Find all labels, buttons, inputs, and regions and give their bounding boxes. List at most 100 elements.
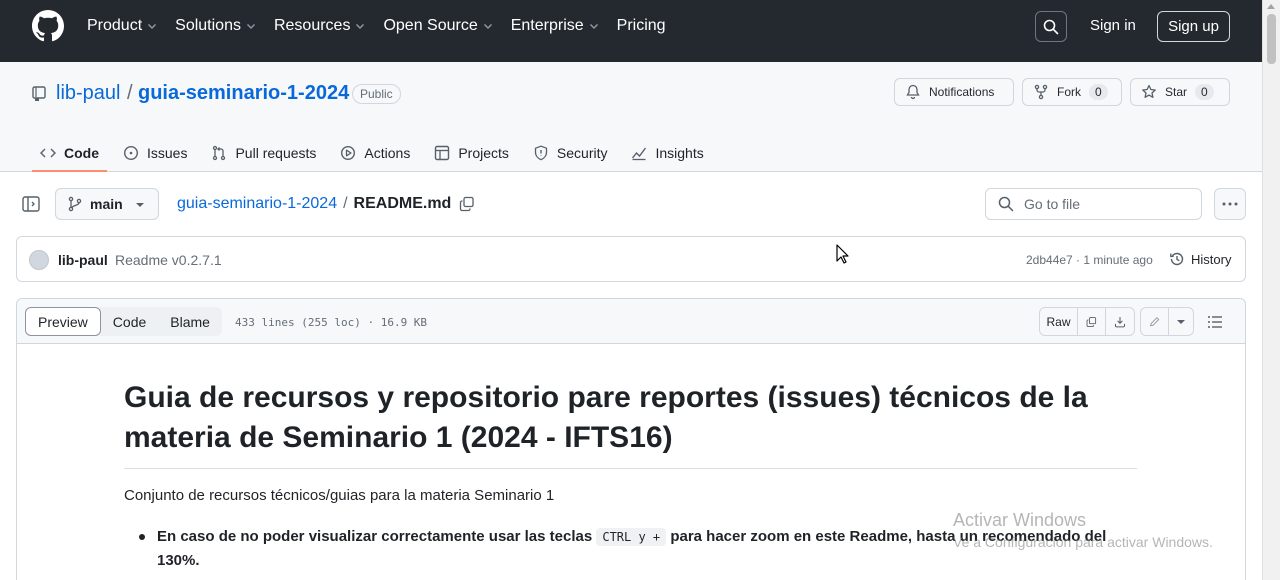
- history-label: History: [1191, 251, 1232, 267]
- pencil-icon: [1150, 316, 1160, 326]
- repo-tabs: Code Issues Pull requests Actions Projects Se…: [32, 134, 720, 172]
- avatar[interactable]: [29, 250, 49, 270]
- edit-button[interactable]: [1141, 308, 1169, 335]
- nav-item-label: Open Source: [383, 17, 478, 34]
- page: Product Solutions Resources Open Source Ente…: [0, 0, 1280, 580]
- list-bullet: [139, 534, 145, 540]
- star-label: Star: [1165, 85, 1188, 99]
- search-icon: [1043, 19, 1059, 34]
- commit-meta[interactable]: 2db44e7 · 1 minute ago: [1026, 253, 1153, 267]
- breadcrumb: guia-seminario-1-2024 / README.md: [177, 195, 475, 213]
- download-button[interactable]: [1106, 308, 1134, 335]
- breadcrumb-separator: /: [343, 195, 348, 212]
- repo-icon: [32, 86, 46, 101]
- sign-up-button[interactable]: Sign up: [1157, 11, 1230, 42]
- outline-list-icon[interactable]: [1207, 314, 1223, 330]
- nav-item-label: Product: [87, 17, 143, 34]
- chevron-down-icon: [356, 23, 365, 30]
- fork-count: 0: [1089, 84, 1108, 100]
- side-panel-toggle-icon[interactable]: [22, 196, 40, 212]
- tab-pull-requests[interactable]: Pull requests: [203, 134, 324, 172]
- nav-item-solutions[interactable]: Solutions: [175, 17, 256, 35]
- table-icon: [435, 145, 450, 161]
- search-icon: [998, 196, 1014, 212]
- tab-label: Code: [64, 145, 99, 161]
- raw-button[interactable]: Raw: [1040, 308, 1078, 335]
- scroll-up-arrow-icon[interactable]: [1267, 4, 1275, 9]
- nav-item-open-source[interactable]: Open Source: [383, 17, 492, 35]
- notifications-label: Notifications: [929, 85, 995, 99]
- readme-heading: Guia de recursos y repositorio pare repo…: [124, 378, 1137, 469]
- history-icon: [1170, 252, 1184, 266]
- fork-icon: [1034, 84, 1048, 100]
- tab-code[interactable]: Code: [32, 134, 107, 172]
- go-to-file-input[interactable]: Go to file: [985, 188, 1202, 220]
- triangle-down-icon: [1177, 319, 1185, 324]
- nav-item-label: Resources: [273, 17, 351, 34]
- view-mode-switch: Preview Code Blame: [25, 307, 222, 336]
- tab-label: Actions: [364, 145, 411, 161]
- nav-item-enterprise[interactable]: Enterprise: [511, 17, 599, 35]
- mouse-cursor-icon: [836, 244, 849, 264]
- download-icon: [1114, 316, 1126, 327]
- tab-label: Insights: [655, 145, 704, 161]
- github-logo-icon[interactable]: [32, 10, 64, 42]
- notifications-button[interactable]: Notifications: [894, 78, 1014, 106]
- preview-mode-button[interactable]: Preview: [25, 307, 101, 336]
- page-scrollbar[interactable]: [1262, 0, 1280, 580]
- global-nav: Product Solutions Resources Open Source Ente…: [87, 0, 684, 52]
- tab-insights[interactable]: Insights: [623, 134, 711, 172]
- latest-commit-box: lib-paul Readme v0.2.7.1 2db44e7 · 1 min…: [16, 236, 1246, 282]
- nav-item-pricing[interactable]: Pricing: [617, 17, 666, 35]
- more-options-button[interactable]: [1214, 188, 1246, 220]
- tab-projects[interactable]: Projects: [426, 134, 517, 172]
- breadcrumb-file-name: README.md: [353, 195, 452, 212]
- chevron-down-icon: [589, 23, 598, 30]
- shield-icon: [534, 145, 548, 161]
- go-to-file-placeholder: Go to file: [1024, 196, 1081, 212]
- code-mode-button[interactable]: Code: [101, 307, 158, 336]
- nav-item-product[interactable]: Product: [87, 17, 157, 35]
- kebab-horizontal-icon: [1222, 202, 1238, 206]
- copy-raw-button[interactable]: [1078, 308, 1106, 335]
- nav-item-label: Pricing: [616, 17, 666, 34]
- star-button[interactable]: Star 0: [1130, 78, 1230, 106]
- scrollbar-thumb[interactable]: [1267, 14, 1276, 64]
- nav-item-resources[interactable]: Resources: [274, 17, 365, 35]
- tab-label: Projects: [458, 145, 509, 161]
- nav-item-label: Enterprise: [510, 17, 584, 34]
- keyboard-shortcut: CTRL y +: [596, 528, 667, 546]
- edit-dropdown-button[interactable]: [1169, 308, 1193, 335]
- graph-icon: [632, 147, 647, 161]
- fork-label: Fork: [1057, 85, 1081, 99]
- play-icon: [341, 145, 356, 161]
- windows-activation-title: Activar Windows: [953, 510, 1087, 530]
- star-icon: [1142, 84, 1156, 98]
- pull-request-icon: [213, 145, 226, 161]
- tab-label: Issues: [147, 145, 188, 161]
- copy-icon: [1086, 316, 1097, 327]
- copy-path-icon[interactable]: [459, 196, 475, 212]
- history-button[interactable]: History: [1169, 251, 1231, 267]
- tab-actions[interactable]: Actions: [332, 134, 418, 172]
- branch-selector[interactable]: main: [55, 188, 159, 220]
- tab-security[interactable]: Security: [525, 134, 616, 172]
- list-item-text-1: En caso de no poder visualizar correctam…: [157, 528, 597, 545]
- edit-button-group: [1140, 307, 1194, 336]
- branch-icon: [68, 196, 82, 212]
- raw-copy-download-group: Raw: [1039, 307, 1135, 336]
- nav-item-label: Solutions: [175, 17, 241, 34]
- blame-mode-button[interactable]: Blame: [158, 307, 222, 336]
- chevron-down-icon: [246, 23, 255, 30]
- repo-name-link[interactable]: guia-seminario-1-2024: [138, 82, 349, 105]
- search-button[interactable]: [1035, 11, 1067, 42]
- sign-in-link[interactable]: Sign in: [1090, 17, 1136, 34]
- repo-path-separator: /: [127, 82, 133, 104]
- file-info: 433 lines (255 loc) · 16.9 KB: [235, 316, 428, 329]
- commit-author[interactable]: lib-paul: [58, 252, 108, 268]
- tab-issues[interactable]: Issues: [115, 134, 195, 172]
- fork-button[interactable]: Fork 0: [1022, 78, 1122, 106]
- breadcrumb-repo-link[interactable]: guia-seminario-1-2024: [177, 195, 337, 213]
- commit-message[interactable]: Readme v0.2.7.1: [115, 252, 222, 268]
- repo-owner-link[interactable]: lib-paul: [56, 82, 120, 105]
